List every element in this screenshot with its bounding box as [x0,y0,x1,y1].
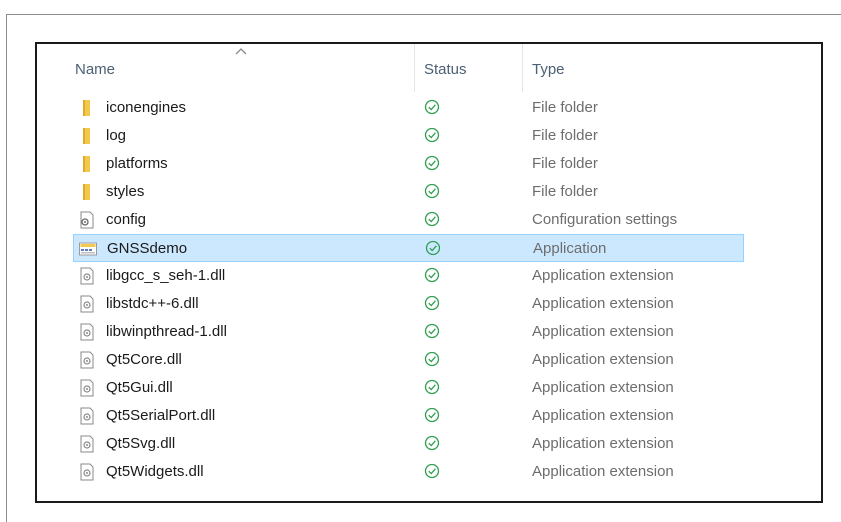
file-row[interactable]: libwinpthread-1.dll Application extension [73,318,744,346]
file-type: Configuration settings [532,211,678,228]
status-synced-icon [424,295,440,311]
file-type: Application extension [532,295,674,312]
file-type: Application extension [532,267,674,284]
status-synced-icon [424,155,440,171]
file-list-view: Name Status Type iconengines File folder l… [35,42,823,503]
file-name: log [106,127,127,144]
application-icon [79,240,97,258]
status-synced-icon [424,211,440,227]
status-synced-icon [424,379,440,395]
file-name: config [106,211,147,228]
file-type: Application extension [532,435,674,452]
dll-file-icon [78,463,96,481]
column-header-type[interactable]: Type [532,61,565,78]
status-synced-icon [424,463,440,479]
file-row[interactable]: log File folder [73,122,744,150]
file-row[interactable]: config Configuration settings [73,206,744,234]
file-type: File folder [532,183,598,200]
file-type: Application [533,240,607,257]
status-synced-icon [424,99,440,115]
dll-file-icon [78,435,96,453]
column-header-status[interactable]: Status [424,61,467,78]
status-synced-icon [424,351,440,367]
file-row[interactable]: libgcc_s_seh-1.dll Application extension [73,262,744,290]
status-synced-icon [424,435,440,451]
file-row[interactable]: styles File folder [73,178,744,206]
status-synced-icon [424,127,440,143]
config-file-icon [78,211,96,229]
column-divider[interactable] [414,44,415,92]
column-divider[interactable] [522,44,523,92]
file-row[interactable]: GNSSdemo Application [73,234,744,262]
file-name: platforms [106,155,168,172]
file-row[interactable]: libstdc++-6.dll Application extension [73,290,744,318]
status-synced-icon [424,267,440,283]
file-row[interactable]: iconengines File folder [73,94,744,122]
file-type: Application extension [532,351,674,368]
folder-icon [78,183,96,201]
file-type: Application extension [532,379,674,396]
file-row[interactable]: Qt5Gui.dll Application extension [73,374,744,402]
status-synced-icon [424,183,440,199]
folder-icon [78,155,96,173]
file-name: Qt5Gui.dll [106,379,173,396]
file-name: libgcc_s_seh-1.dll [106,267,226,284]
file-name: Qt5Svg.dll [106,435,176,452]
sort-ascending-icon[interactable] [235,47,247,55]
file-type: File folder [532,155,598,172]
file-name: libstdc++-6.dll [106,295,199,312]
file-row[interactable]: Qt5Core.dll Application extension [73,346,744,374]
file-name: libwinpthread-1.dll [106,323,227,340]
dll-file-icon [78,351,96,369]
dll-file-icon [78,407,96,425]
file-name: GNSSdemo [107,240,188,257]
dll-file-icon [78,323,96,341]
dll-file-icon [78,295,96,313]
status-synced-icon [424,407,440,423]
file-type: Application extension [532,407,674,424]
file-type: File folder [532,127,598,144]
file-type: File folder [532,99,598,116]
folder-icon [78,127,96,145]
file-name: styles [106,183,145,200]
file-row[interactable]: platforms File folder [73,150,744,178]
file-row[interactable]: Qt5Widgets.dll Application extension [73,458,744,486]
file-row[interactable]: Qt5Svg.dll Application extension [73,430,744,458]
status-synced-icon [425,240,441,256]
dll-file-icon [78,267,96,285]
column-header-row: Name Status Type [37,44,821,94]
status-synced-icon [424,323,440,339]
file-name: Qt5Core.dll [106,351,182,368]
file-row[interactable]: Qt5SerialPort.dll Application extension [73,402,744,430]
folder-icon [78,99,96,117]
file-type: Application extension [532,463,674,480]
file-name: Qt5SerialPort.dll [106,407,216,424]
file-name: Qt5Widgets.dll [106,463,204,480]
dll-file-icon [78,379,96,397]
file-name: iconengines [106,99,187,116]
column-header-name[interactable]: Name [75,61,115,78]
file-type: Application extension [532,323,674,340]
